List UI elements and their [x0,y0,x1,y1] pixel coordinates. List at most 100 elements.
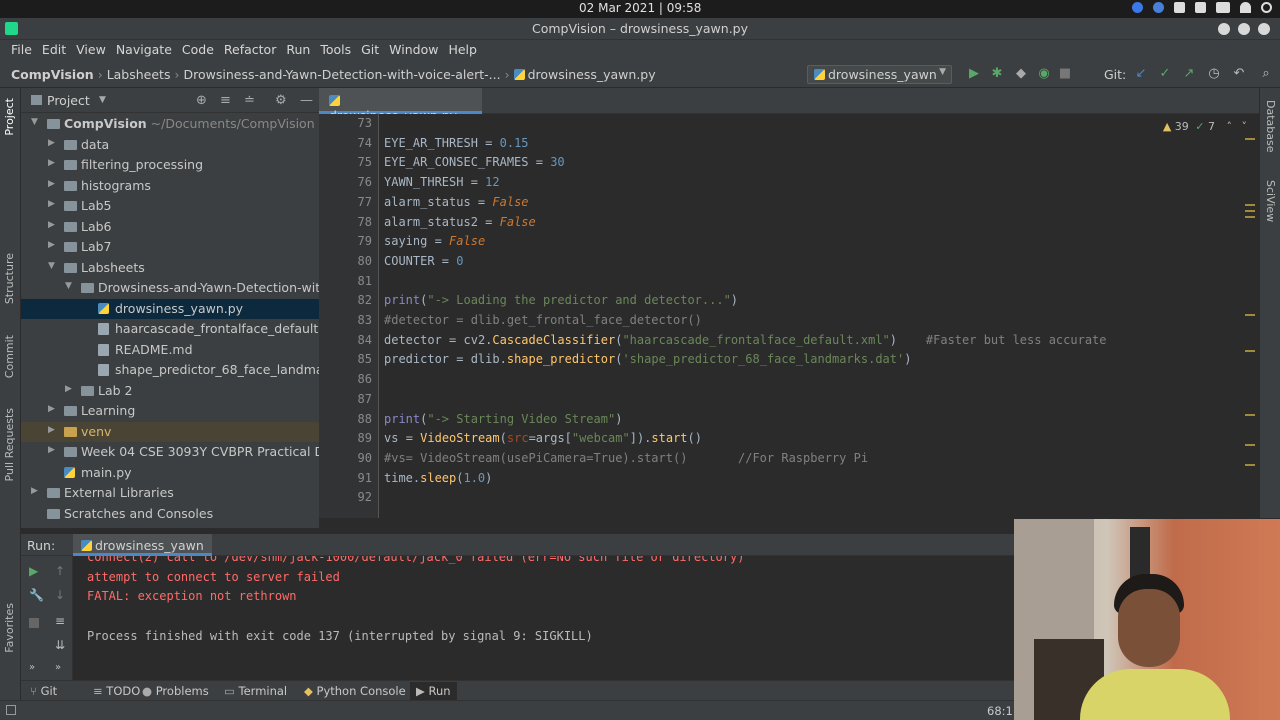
rerun-icon[interactable]: ▶ [29,564,38,578]
hide-panel-icon[interactable]: — [300,93,313,108]
search-icon[interactable]: ⌕ [1259,67,1273,81]
chevron-up-icon[interactable]: ˄ [1227,120,1233,133]
tool-tab-project[interactable]: Project [3,98,16,136]
menu-navigate[interactable]: Navigate [111,40,177,61]
tool-tab-pull-requests[interactable]: Pull Requests [3,408,16,481]
tree-item[interactable]: ▶ Week 04 CSE 3093Y CVBPR Practical Demo … [21,442,319,463]
code-line[interactable]: #detector = dlib.get_frontal_face_detect… [384,313,702,327]
git-commit-icon[interactable]: ✓ [1158,67,1172,81]
maximize-button[interactable] [1238,23,1250,35]
tree-item[interactable]: haarcascade_frontalface_default.xml [21,319,319,340]
tree-item[interactable]: ▶ filtering_processing [21,155,319,176]
chevron-right-icon[interactable]: ▶ [48,220,55,230]
chevron-down-icon[interactable]: ▼ [65,281,72,291]
code-line[interactable]: EYE_AR_THRESH = 0.15 [384,136,529,150]
chevron-down-icon[interactable]: ˅ [1242,120,1248,133]
code-line[interactable]: #vs= VideoStream(usePiCamera=True).start… [384,451,868,465]
profile-icon[interactable]: ◆ [1014,67,1028,81]
tree-item[interactable]: ▼ Labsheets [21,258,319,279]
run-icon[interactable]: ▶ [967,67,981,81]
scroll-marker[interactable] [1245,414,1255,416]
code-line[interactable]: COUNTER = 0 [384,254,464,268]
bottom-tab-todo[interactable]: ≡ TODO [93,684,140,698]
code-line[interactable]: print("-> Starting Video Stream") [384,412,622,426]
editor-tab[interactable]: drowsiness_yawn.py✕ [319,88,482,123]
tree-item[interactable]: ▼ Drowsiness-and-Yawn-Detection-with-vo [21,278,319,299]
bottom-tab-python-console[interactable]: ◆ Python Console [304,684,406,698]
code-line[interactable]: EYE_AR_CONSEC_FRAMES = 30 [384,155,565,169]
scroll-up-icon[interactable]: ↑ [55,564,65,578]
code-line[interactable]: detector = cv2.CascadeClassifier("haarca… [384,333,1107,347]
tree-item[interactable]: main.py [21,463,319,484]
close-button[interactable] [1258,23,1270,35]
tree-item[interactable]: ▶ venv [21,421,319,442]
code-line[interactable]: print("-> Loading the predictor and dete… [384,293,738,307]
scroll-down-icon[interactable]: ↓ [55,588,65,602]
wrench-icon[interactable]: 🔧 [29,588,44,602]
scroll-to-end-icon[interactable]: ⇊ [55,638,65,652]
menu-edit[interactable]: Edit [37,40,71,61]
code-line[interactable]: YAWN_THRESH = 12 [384,175,500,189]
git-update-icon[interactable]: ↙ [1134,67,1148,81]
code-line[interactable]: saying = False [384,234,485,248]
code-editor[interactable]: 73 74 75 76 77 78 79 80 81 82 83 84 85 86 87 88 89 90 91 92… [319,114,1259,518]
inspection-widget[interactable]: ▲ 39 ✓ 7 ˄ ˅ [1163,120,1247,133]
bottom-tab-problems[interactable]: ● Problems [142,684,209,698]
chevron-right-icon[interactable]: ▶ [48,404,55,414]
tool-tab-commit[interactable]: Commit [3,335,16,378]
clipboard-icon[interactable] [1195,2,1206,13]
tree-item[interactable]: ▶ Learning [21,401,319,422]
chevron-right-icon[interactable]: ▶ [65,384,72,394]
code-line[interactable]: alarm_status = False [384,195,529,209]
run-configuration-select[interactable]: drowsiness_yawn ▼ [807,65,952,84]
project-panel-title[interactable]: Project [47,93,90,108]
git-push-icon[interactable]: ↗ [1182,67,1196,81]
bottom-tab-terminal[interactable]: ▭ Terminal [224,684,287,698]
toggle-tool-windows-icon[interactable] [6,705,16,715]
tree-item[interactable]: ▶ data [21,135,319,156]
run-tab[interactable]: drowsiness_yawn [73,534,212,556]
wifi-icon[interactable] [1240,2,1251,13]
breadcrumb-file[interactable]: drowsiness_yawn.py [528,67,656,82]
chrome-icon[interactable] [1132,2,1143,13]
scroll-marker[interactable] [1245,444,1255,446]
tree-item[interactable]: ▶ Lab6 [21,217,319,238]
tree-item[interactable]: Scratches and Consoles [21,504,319,525]
rollback-icon[interactable]: ↶ [1232,67,1246,81]
breadcrumb-project[interactable]: CompVision [11,67,94,82]
tree-item[interactable]: drowsiness_yawn.py [21,298,319,319]
locate-file-icon[interactable]: ⊕ [196,93,207,108]
menu-view[interactable]: View [71,40,111,61]
tree-item[interactable]: README.md [21,340,319,361]
tool-tab-database[interactable]: Database [1264,100,1277,153]
tree-item[interactable]: ▶ Lab7 [21,237,319,258]
chevron-right-icon[interactable]: ▶ [48,199,55,209]
minimize-button[interactable] [1218,23,1230,35]
bottom-tab-run[interactable]: ▶ Run [410,682,457,701]
tree-item[interactable]: ▶ Lab 2 [21,381,319,402]
collapse-all-icon[interactable]: ≐ [244,93,255,108]
soft-wrap-icon[interactable]: ≡ [55,614,65,628]
scroll-marker[interactable] [1245,204,1255,206]
tool-tab-structure[interactable]: Structure [3,253,16,304]
tree-item[interactable]: ▶ Lab5 [21,196,319,217]
os-clock[interactable]: 02 Mar 2021 | 09:58 [579,1,701,15]
power-icon[interactable] [1261,2,1272,13]
expand-all-icon[interactable]: ≡ [220,93,231,108]
more-icon[interactable]: » [29,662,35,673]
chevron-right-icon[interactable]: ▶ [31,486,38,496]
chevron-down-icon[interactable]: ▼ [31,117,38,127]
scroll-marker[interactable] [1245,314,1255,316]
more-icon[interactable]: » [55,662,61,673]
menu-git[interactable]: Git [356,40,384,61]
scroll-marker[interactable] [1245,216,1255,218]
code-line[interactable]: vs = VideoStream(src=args["webcam"]).sta… [384,431,702,445]
breadcrumb-labsheets[interactable]: Labsheets [107,67,171,82]
chevron-right-icon[interactable]: ▶ [48,425,55,435]
tree-item[interactable]: shape_predictor_68_face_landmarks. [21,360,319,381]
tree-item[interactable]: ▶ External Libraries [21,483,319,504]
menu-refactor[interactable]: Refactor [219,40,281,61]
tool-tab-sciview[interactable]: SciView [1264,180,1277,222]
tool-tab-favorites[interactable]: Favorites [3,603,16,653]
run-console[interactable]: connect(2) call to /dev/shm/jack-1000/de… [73,556,1014,680]
